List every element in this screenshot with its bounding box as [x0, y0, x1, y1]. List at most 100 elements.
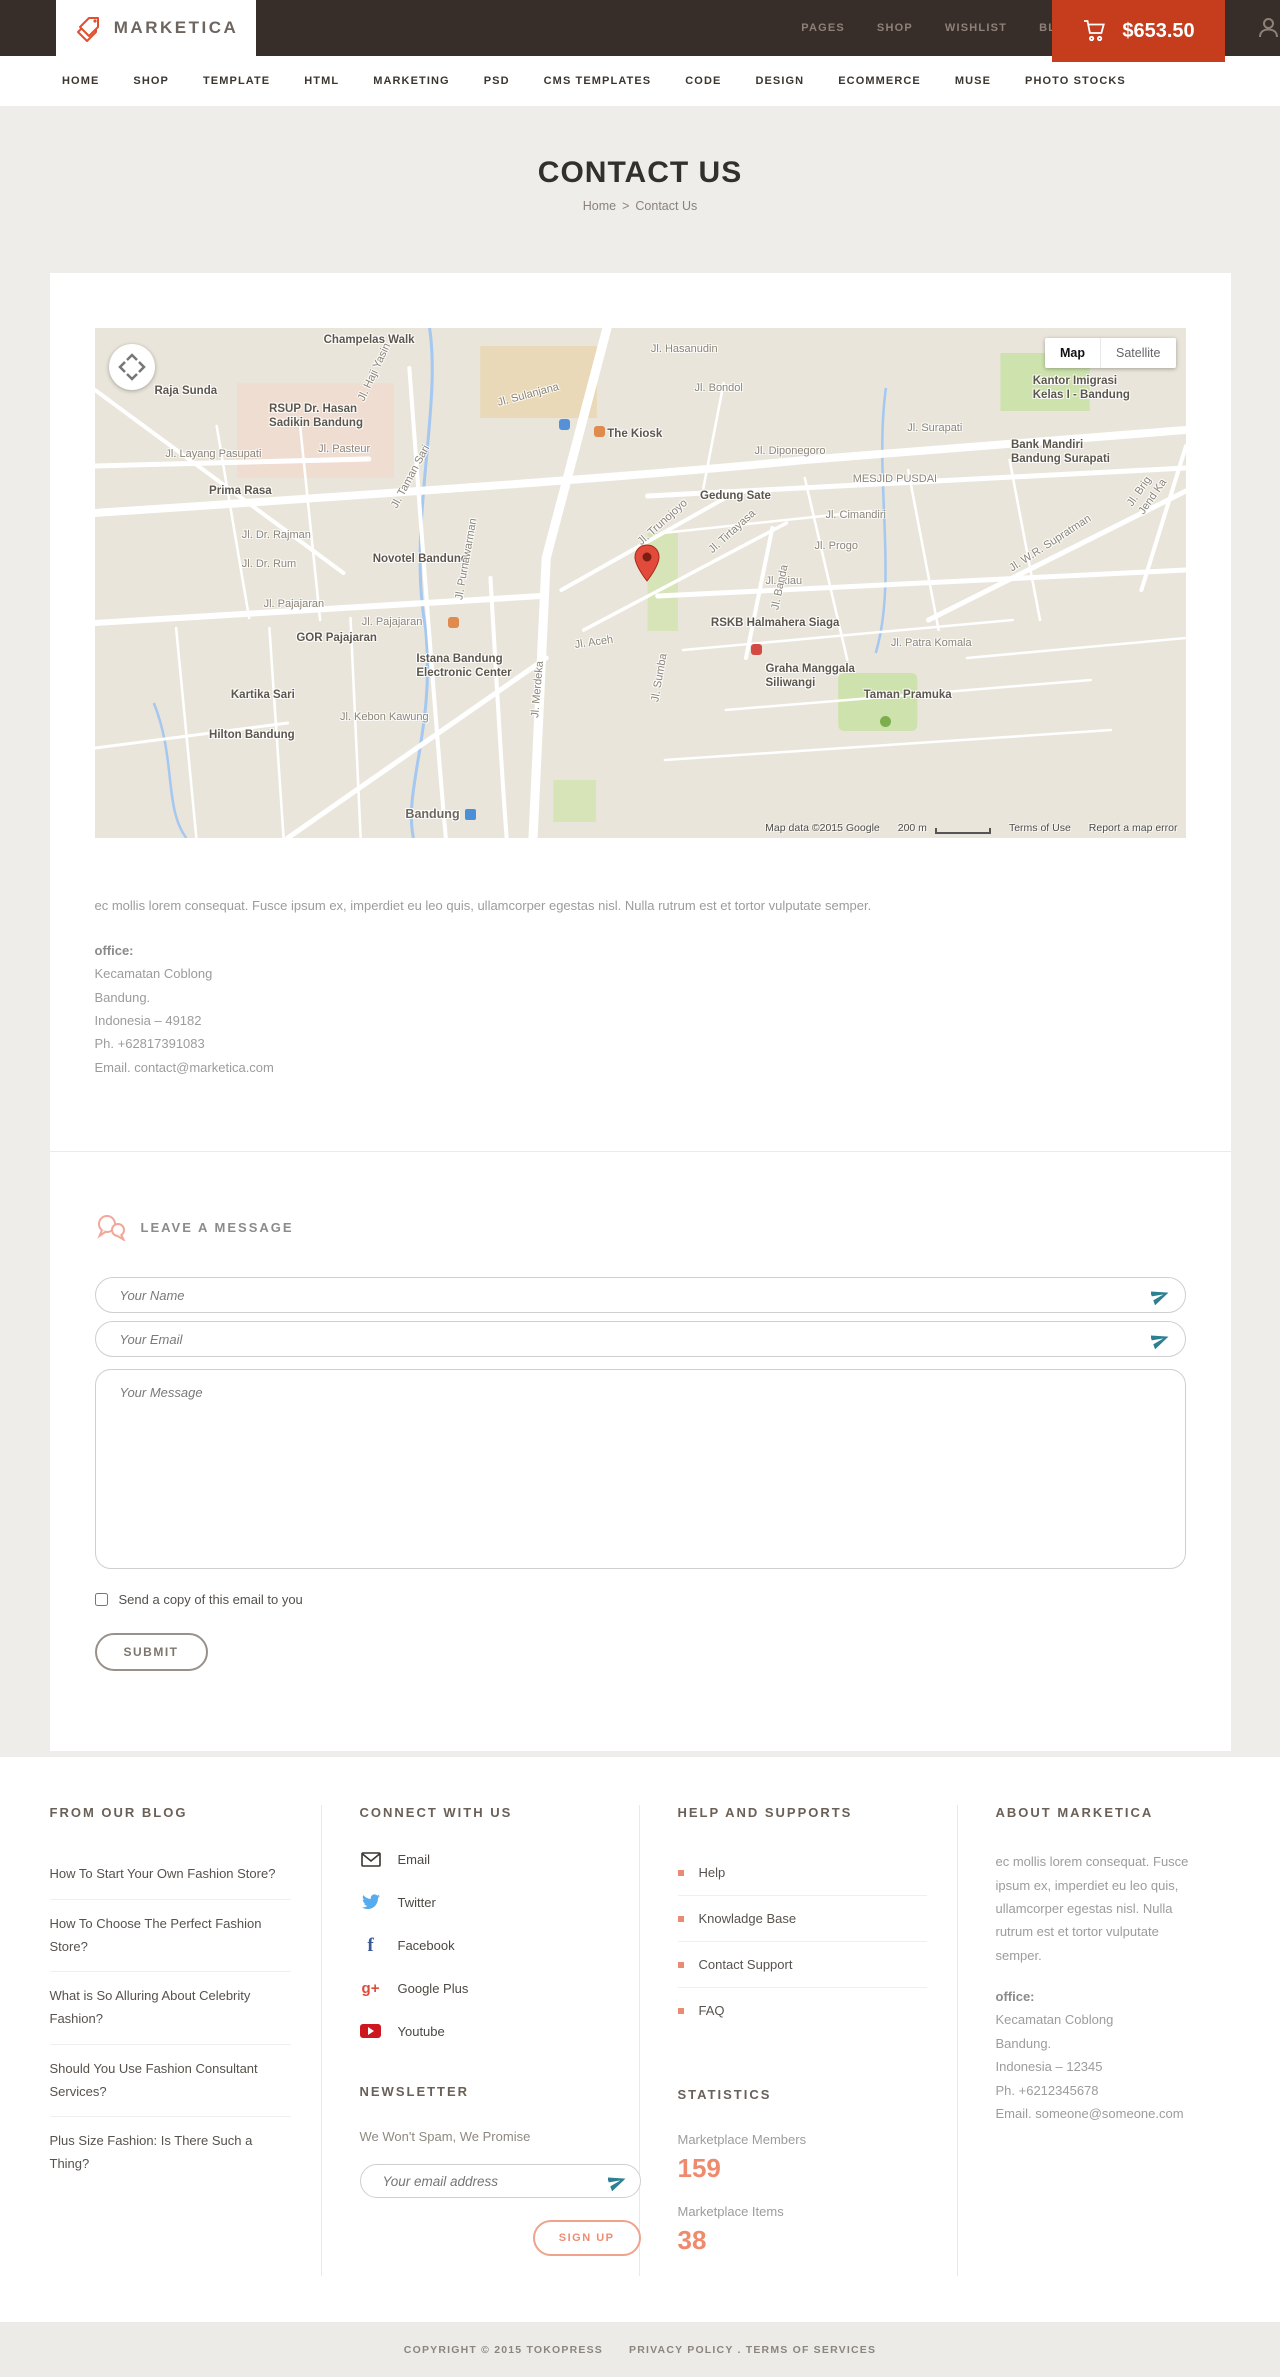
category-nav-item[interactable]: HOME [62, 75, 99, 87]
send-icon[interactable] [1149, 1330, 1170, 1350]
social-email-link[interactable]: Email [360, 1850, 609, 1868]
newsletter-email-input[interactable] [359, 2164, 641, 2199]
blog-post-link[interactable]: Plus Size Fashion: Is There Such a Thing… [50, 2130, 291, 2176]
category-nav-item[interactable]: PSD [484, 75, 510, 87]
blog-post-link[interactable]: How To Start Your Own Fashion Store? [50, 1863, 291, 1886]
blog-heading: FROM OUR BLOG [49, 1805, 188, 1821]
breadcrumb-home-link[interactable]: Home [583, 199, 616, 213]
category-nav-item[interactable]: CODE [685, 75, 721, 87]
page-title: CONTACT US [537, 156, 743, 189]
blog-post-item: How To Start Your Own Fashion Store? [50, 1850, 291, 1899]
poi-park-icon [880, 715, 892, 727]
cart-icon [1084, 20, 1106, 42]
blog-post-link[interactable]: What is So Alluring About Celebrity Fash… [50, 1985, 291, 2031]
help-link[interactable]: Contact Support [699, 1957, 793, 1972]
help-link[interactable]: Help [699, 1865, 726, 1880]
blog-post-link[interactable]: Should You Use Fashion Consultant Servic… [50, 2058, 291, 2104]
office-line: Kecamatan Coblong [995, 2012, 1114, 2028]
help-link[interactable]: FAQ [699, 2003, 725, 2018]
user-icon[interactable] [1257, 16, 1280, 40]
terms-of-use-link[interactable]: Terms of Use [1009, 822, 1071, 834]
map-label: Jl. Progo [814, 539, 858, 552]
header-nav-shop[interactable]: SHOP [877, 22, 913, 34]
submit-button[interactable]: SUBMIT [94, 1633, 208, 1672]
about-heading: ABOUT MARKETICA [995, 1805, 1154, 1821]
office-label: office: [94, 942, 134, 958]
social-twitter-link[interactable]: Twitter [360, 1893, 609, 1911]
map-label: Prima Rasa [209, 484, 272, 497]
bottom-bar: COPYRIGHT © 2015 TOKOPRESS PRIVACY POLIC… [0, 2322, 1280, 2377]
map-data-credit: Map data ©2015 Google [765, 822, 880, 834]
section-divider [49, 1151, 1231, 1153]
name-input[interactable] [94, 1277, 1186, 1314]
map-label: Jl. Surapati [907, 422, 963, 435]
category-nav-item[interactable]: TEMPLATE [203, 75, 270, 87]
satellite-view-button[interactable]: Satellite [1101, 338, 1176, 368]
content-card: Champelas Walk Jl. Hasanudin Jl. Haji Yasi… [49, 273, 1231, 1752]
social-youtube-link[interactable]: Youtube [360, 2022, 609, 2040]
envelope-icon [360, 1850, 382, 1868]
report-map-error-link[interactable]: Report a map error [1089, 822, 1178, 834]
send-copy-checkbox[interactable] [94, 1593, 108, 1607]
square-bullet-icon [677, 2007, 684, 2014]
blog-post-link[interactable]: How To Choose The Perfect Fashion Store? [50, 1913, 291, 1959]
map-label: Hilton Bandung [209, 729, 295, 742]
map-label: Raja Sunda [154, 385, 218, 398]
signup-button[interactable]: SIGN UP [532, 2220, 641, 2257]
map-view-button[interactable]: Map [1045, 338, 1102, 368]
footer-blog-column: FROM OUR BLOG How To Start Your Own Fash… [49, 1805, 322, 2277]
page-header: CONTACT US Home > Contact Us [0, 106, 1280, 273]
category-nav-item[interactable]: HTML [304, 75, 339, 87]
help-item: FAQ [677, 1987, 927, 2033]
map-label: The Kiosk [607, 428, 663, 441]
map-label: Jl. Hasanudin [650, 343, 718, 356]
map-label: Kantor Imigrasi Kelas I - Bandung [1032, 374, 1130, 402]
google-plus-icon: g+ [361, 1979, 380, 1997]
poi-hospital-icon [751, 644, 763, 656]
send-icon[interactable] [1149, 1286, 1170, 1306]
office-line: Indonesia – 49182 [94, 1012, 202, 1028]
social-facebook-link[interactable]: f Facebook [360, 1936, 609, 1955]
pan-arrows-icon [117, 353, 146, 381]
breadcrumb: Home > Contact Us [0, 199, 1280, 213]
youtube-icon [360, 2022, 382, 2040]
help-links: Help Knowladge Base Contact Support FAQ [677, 1850, 927, 2033]
items-stat-label: Marketplace Items [677, 2204, 784, 2220]
map-pan-control[interactable] [108, 344, 155, 390]
help-link[interactable]: Knowladge Base [699, 1911, 797, 1926]
map-scale: 200 m [898, 822, 991, 834]
copyright-text: COPYRIGHT © 2015 TOKOPRESS [403, 2343, 604, 2356]
category-nav-item[interactable]: MUSE [955, 75, 991, 87]
message-textarea[interactable] [94, 1369, 1186, 1570]
category-nav-item[interactable]: CMS TEMPLATES [544, 75, 652, 87]
train-station-icon [464, 809, 476, 821]
cart-total: $653.50 [1122, 19, 1195, 42]
poi-shop-icon [559, 418, 571, 430]
header-nav-pages[interactable]: PAGES [801, 22, 845, 34]
send-icon[interactable] [606, 2172, 627, 2192]
header-nav-wishlist[interactable]: WISHLIST [945, 22, 1007, 34]
terms-of-services-link[interactable]: TERMS OF SERVICES [746, 2344, 876, 2356]
category-nav-item[interactable]: SHOP [133, 75, 169, 87]
map-label: Jl. Pajajaran [263, 598, 325, 611]
map-label: Kartika Sari [230, 688, 295, 701]
social-googleplus-link[interactable]: g+ Google Plus [360, 1979, 609, 1997]
map-pin-icon[interactable] [634, 544, 660, 587]
map-scale-bar-icon [934, 828, 991, 834]
cart-button[interactable]: $653.50 [1052, 0, 1225, 62]
category-nav-item[interactable]: ECOMMERCE [838, 75, 921, 87]
breadcrumb-separator: > [622, 199, 630, 213]
category-nav-item[interactable]: PHOTO STOCKS [1025, 75, 1126, 87]
brand-logo[interactable]: MARKETICA [56, 0, 256, 56]
connect-heading: CONNECT WITH US [359, 1805, 513, 1821]
google-map[interactable]: Champelas Walk Jl. Hasanudin Jl. Haji Yasi… [94, 328, 1186, 838]
email-input[interactable] [94, 1321, 1186, 1358]
blog-post-item: Should You Use Fashion Consultant Servic… [49, 2043, 291, 2117]
category-nav-item[interactable]: MARKETING [373, 75, 450, 87]
newsletter-field-wrap [359, 2164, 641, 2199]
map-label: Jl. Cimandiri [825, 509, 886, 522]
category-nav-item[interactable]: DESIGN [755, 75, 804, 87]
map-label: Graha Manggala Siliwangi [765, 663, 855, 690]
blog-post-item: How To Choose The Perfect Fashion Store? [49, 1898, 291, 1972]
privacy-policy-link[interactable]: PRIVACY POLICY [629, 2344, 733, 2356]
